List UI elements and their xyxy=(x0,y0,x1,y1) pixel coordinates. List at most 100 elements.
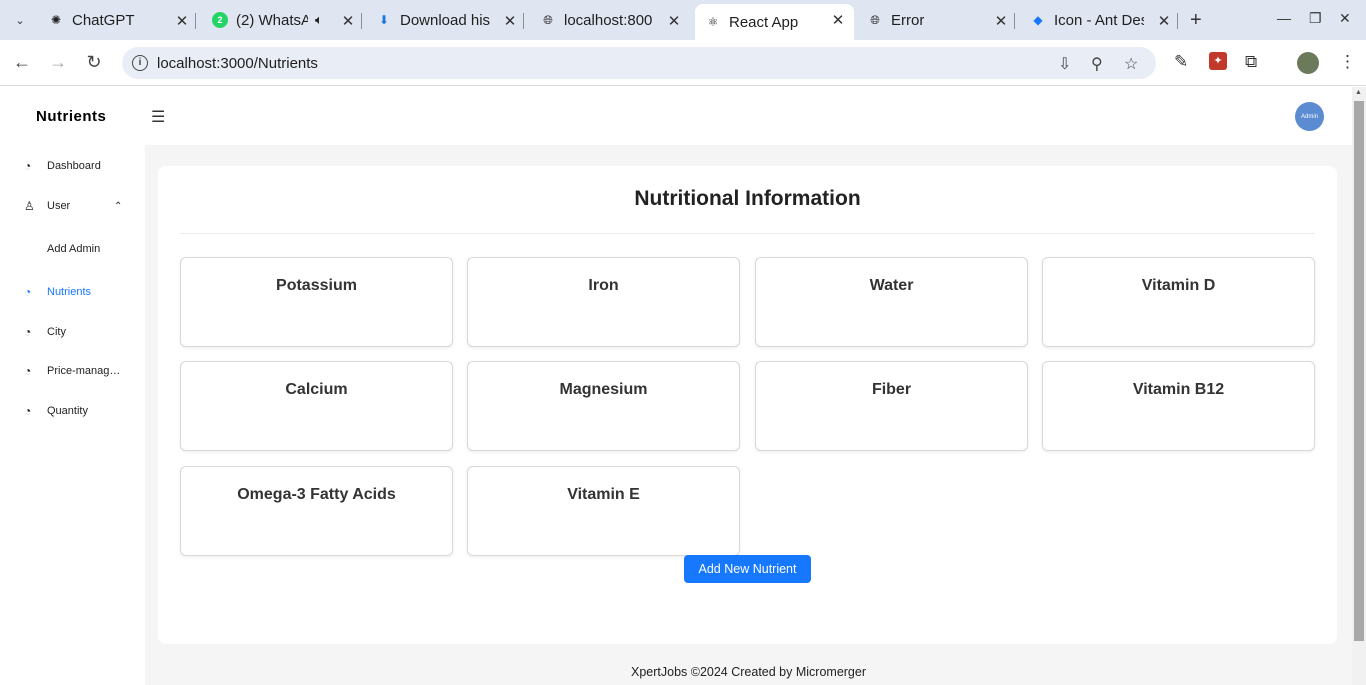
tab-download[interactable]: ⬇ Download his ✕ xyxy=(376,5,524,35)
sidebar-item-add-admin[interactable]: Add Admin xyxy=(0,231,145,267)
nutrient-name: Iron xyxy=(588,277,619,294)
tab-whatsapp[interactable]: 2 (2) WhatsApp 🔈︎ ✕ xyxy=(212,5,362,35)
extensions-puzzle-icon[interactable]: ⧉ xyxy=(1245,52,1257,72)
pie-chart-icon: ◔ xyxy=(24,159,32,173)
tab-title: ChatGPT xyxy=(72,11,135,29)
install-app-icon[interactable]: ⇩ xyxy=(1058,54,1071,74)
nutrient-card[interactable]: Fiber xyxy=(755,361,1028,451)
close-icon[interactable]: ✕ xyxy=(993,12,1009,30)
close-icon[interactable]: ✕ xyxy=(502,12,518,30)
tab-separator xyxy=(361,13,362,29)
pie-chart-icon: ◔ xyxy=(24,285,32,299)
nutrient-card[interactable]: Omega-3 Fatty Acids xyxy=(180,466,453,556)
browser-tab-bar: ⌄ ✺ ChatGPT ✕ 2 (2) WhatsApp 🔈︎ ✕ ⬇ Down… xyxy=(0,0,1366,40)
sidebar-item-label: Add Admin xyxy=(47,243,101,255)
nutrient-card[interactable]: Calcium xyxy=(180,361,453,451)
tab-separator xyxy=(1177,13,1178,29)
sidebar: Nutrients ◔ Dashboard ♙ User ⌃ Add Admin… xyxy=(0,87,145,685)
sidebar-item-label: Price-management xyxy=(47,365,123,377)
sidebar-item-city[interactable]: ◔ City xyxy=(0,314,145,350)
download-icon: ⬇ xyxy=(378,13,390,27)
close-icon[interactable]: ✕ xyxy=(666,12,682,30)
pie-chart-icon: ◔ xyxy=(24,364,32,378)
avatar[interactable]: Admin xyxy=(1295,102,1324,131)
kebab-menu-icon[interactable]: ⋮ xyxy=(1339,52,1356,72)
add-nutrient-button[interactable]: Add New Nutrient xyxy=(684,555,811,583)
nutrient-name: Vitamin B12 xyxy=(1132,381,1225,398)
chatgpt-icon: ✺ xyxy=(50,13,62,27)
tab-antd[interactable]: ◆ Icon - Ant Des ✕ xyxy=(1030,5,1178,35)
nutrient-card[interactable]: Vitamin B12 xyxy=(1042,361,1315,451)
site-info-icon[interactable]: i xyxy=(132,55,148,71)
nutrient-name: Fiber xyxy=(871,381,912,398)
nutrient-card[interactable]: Vitamin E xyxy=(467,466,740,556)
restore-icon[interactable]: ❐ xyxy=(1309,10,1322,27)
tab-separator xyxy=(1014,13,1015,29)
pie-chart-icon: ◔ xyxy=(24,404,32,418)
notification-badge: 2 xyxy=(217,15,223,25)
nutrient-name: Calcium xyxy=(285,381,348,398)
tab-localhost[interactable]: 🌐︎ localhost:800 ✕ xyxy=(540,5,682,35)
scrollbar[interactable]: ▲ xyxy=(1352,87,1366,685)
url-text[interactable]: localhost:3000/Nutrients xyxy=(157,55,318,72)
sidebar-item-dashboard[interactable]: ◔ Dashboard xyxy=(0,148,145,184)
nutrient-name: Water xyxy=(869,277,914,294)
new-tab-icon[interactable]: + xyxy=(1190,9,1202,32)
tab-title: React App xyxy=(729,13,799,31)
close-icon[interactable]: ✕ xyxy=(1156,12,1172,30)
sidebar-item-label: City xyxy=(47,326,66,338)
minimize-icon[interactable]: — xyxy=(1277,10,1291,26)
nutrient-name: Magnesium xyxy=(559,381,648,398)
sidebar-item-user[interactable]: ♙ User ⌃ xyxy=(0,188,145,224)
reload-icon[interactable]: ↻ xyxy=(83,52,105,73)
divider xyxy=(180,233,1315,234)
scroll-up-icon[interactable]: ▲ xyxy=(1355,89,1362,96)
tab-title: localhost:800 xyxy=(564,11,653,29)
react-icon: ⚛ xyxy=(707,15,719,29)
browser-toolbar: ← → ↻ i localhost:3000/Nutrients ⇩ ⚲ ☆ xyxy=(0,40,1366,86)
content-area: Nutritional Information Potassium Iron W… xyxy=(145,145,1352,685)
page-title: Nutritional Information xyxy=(634,187,861,210)
close-icon[interactable]: ✕ xyxy=(340,12,356,30)
nutrient-card[interactable]: Vitamin D xyxy=(1042,257,1315,347)
nutrient-card[interactable]: Iron xyxy=(467,257,740,347)
bookmark-star-icon[interactable]: ☆ xyxy=(1124,54,1138,74)
sidebar-item-label: Dashboard xyxy=(47,160,101,172)
forward-icon[interactable]: → xyxy=(47,52,69,73)
menu-fold-icon[interactable]: ☰ xyxy=(151,107,165,127)
back-icon[interactable]: ← xyxy=(11,52,33,73)
eyedropper-icon[interactable]: ✎ xyxy=(1174,52,1188,72)
profile-avatar[interactable] xyxy=(1297,52,1319,74)
sidebar-item-price-management[interactable]: ◔ Price-management xyxy=(0,353,145,389)
scrollbar-thumb[interactable] xyxy=(1354,101,1364,641)
nutrient-name: Potassium xyxy=(276,277,357,294)
tab-chatgpt[interactable]: ✺ ChatGPT ✕ xyxy=(48,5,196,35)
tab-separator xyxy=(523,13,524,29)
zoom-icon[interactable]: ⚲ xyxy=(1091,54,1103,74)
nutrient-name: Omega-3 Fatty Acids xyxy=(237,486,396,503)
nutrient-card[interactable]: Magnesium xyxy=(467,361,740,451)
nutrient-card[interactable]: Water xyxy=(755,257,1028,347)
tab-search-chevron-icon[interactable]: ⌄ xyxy=(8,8,32,32)
app-header: ☰ Admin xyxy=(145,87,1352,145)
extension-icon[interactable]: ✦ xyxy=(1209,52,1227,70)
speaker-icon[interactable]: 🔈︎ xyxy=(315,12,323,28)
tab-error[interactable]: 🌐︎ Error ✕ xyxy=(867,5,1015,35)
tab-separator xyxy=(195,13,196,29)
sidebar-item-nutrients[interactable]: ◔ Nutrients xyxy=(0,274,145,310)
nutrition-card: Nutritional Information Potassium Iron W… xyxy=(158,166,1337,644)
address-bar[interactable]: i localhost:3000/Nutrients ⇩ ⚲ ☆ xyxy=(122,47,1156,79)
window-close-icon[interactable]: ✕ xyxy=(1339,10,1351,27)
nutrient-name: Vitamin D xyxy=(1141,277,1216,294)
close-icon[interactable]: ✕ xyxy=(174,12,190,30)
globe-icon: 🌐︎ xyxy=(870,12,880,27)
pie-chart-icon: ◔ xyxy=(24,325,32,339)
sidebar-item-quantity[interactable]: ◔ Quantity xyxy=(0,393,145,429)
nutrient-card[interactable]: Potassium xyxy=(180,257,453,347)
tab-react-app[interactable]: ⚛ React App ✕ xyxy=(695,4,854,40)
tab-title: (2) WhatsApp xyxy=(236,11,308,29)
app-logo: Nutrients xyxy=(36,108,107,125)
chevron-up-icon: ⌃ xyxy=(114,200,123,212)
close-icon[interactable]: ✕ xyxy=(830,11,846,29)
sidebar-item-label: User xyxy=(47,200,71,212)
